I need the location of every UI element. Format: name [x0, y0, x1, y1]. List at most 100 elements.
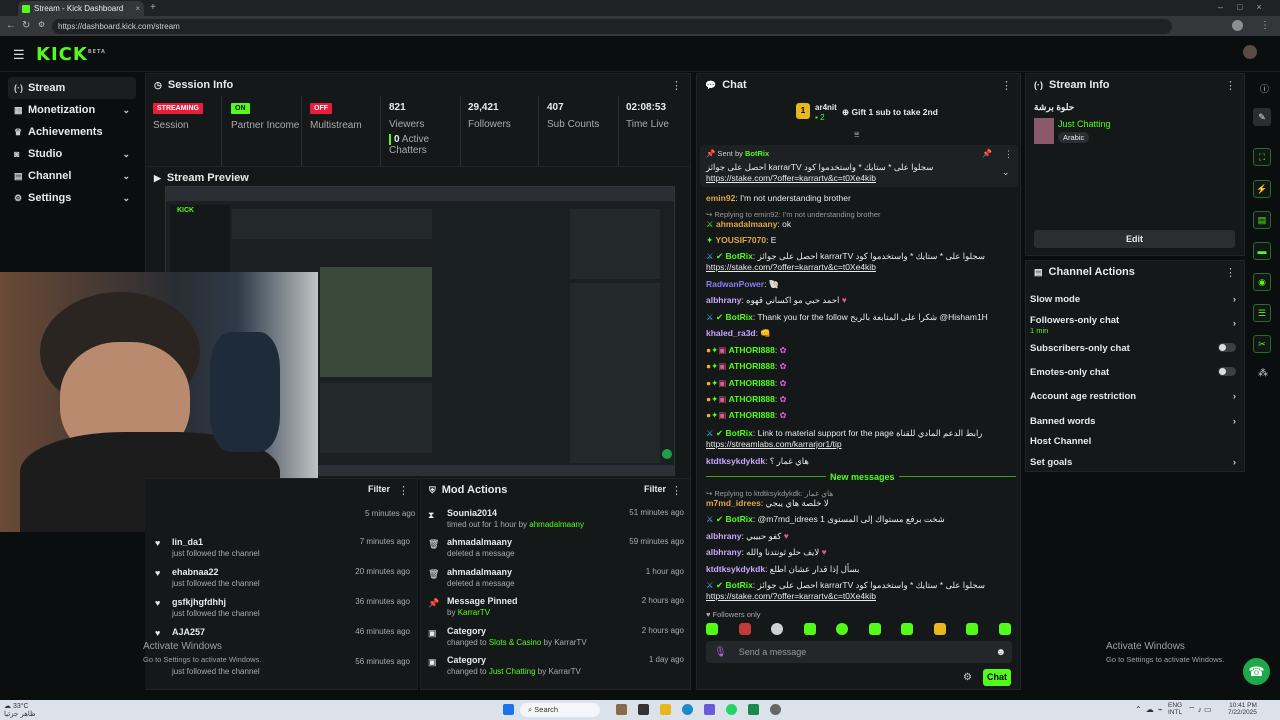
chat-link[interactable]: https://streamlabs.com/karrarjor1/tip	[706, 439, 842, 449]
chat-username[interactable]: ATHORI888	[729, 361, 775, 371]
quick-action-lightning-icon[interactable]: ⚡	[1253, 180, 1271, 198]
menu-hamburger-icon[interactable]: ☰	[13, 47, 25, 63]
info-icon[interactable]: ⓘ	[1260, 82, 1269, 95]
quick-action-mod-icon[interactable]: ⛶	[1253, 148, 1271, 166]
collapse-icon[interactable]: ⩸	[854, 129, 859, 140]
unpin-icon[interactable]: 📌	[982, 149, 992, 158]
network-volume-icon[interactable]: ⌔ ♪ ▭	[1188, 705, 1212, 715]
mod-category[interactable]: Just Chatting	[489, 667, 536, 676]
send-chat-button[interactable]: Chat	[983, 669, 1011, 686]
chat-username[interactable]: ktdtksykdykdk	[706, 456, 765, 466]
reload-icon[interactable]: ↻	[22, 20, 30, 31]
emote-icon[interactable]	[966, 623, 979, 635]
more-options-icon[interactable]: ⋮	[398, 484, 409, 497]
emote-icon[interactable]	[706, 623, 718, 635]
chat-username[interactable]: khaled_ra3d	[706, 328, 756, 338]
emote-icon[interactable]	[901, 623, 914, 635]
help-chat-icon[interactable]: ☎	[1243, 658, 1270, 685]
chat-link[interactable]: https://stake.com/?offer=karrartv&c=t0Xe…	[706, 262, 876, 272]
edit-pencil-icon[interactable]: ✎	[1253, 108, 1271, 126]
browser-menu-icon[interactable]: ⋮	[1260, 20, 1270, 31]
weather-widget[interactable]: ☁ 33°C ظاهر جزئيا	[4, 702, 36, 718]
quick-action-list-icon[interactable]: ☰	[1253, 304, 1271, 322]
mod-filter-button[interactable]: Filter	[644, 484, 666, 494]
whatsapp-icon[interactable]	[726, 704, 737, 715]
close-tab-icon[interactable]: ×	[135, 4, 140, 13]
sidebar-item-achievements[interactable]: ♛ Achievements	[8, 121, 136, 143]
channel-action-followers-only[interactable]: Followers-only chat 1 min ›	[1030, 315, 1240, 335]
taskbar-search[interactable]: ⌕ Search	[520, 703, 600, 717]
profile-avatar[interactable]	[1232, 20, 1243, 31]
pinned-link[interactable]: https://stake.com/?offer=karrartv&c=t0Xe…	[706, 173, 876, 183]
chat-username[interactable]: ahmadalmaany	[716, 219, 777, 229]
chat-username[interactable]: YOUSIF7070	[716, 235, 767, 245]
chat-username[interactable]: emin92	[706, 193, 735, 203]
channel-action-banned-words[interactable]: Banned words ›	[1030, 416, 1240, 427]
back-icon[interactable]: ←	[6, 20, 16, 31]
chevron-down-icon[interactable]: ⌄	[1002, 167, 1010, 178]
channel-action-emotes-only[interactable]: Emotes-only chat	[1030, 367, 1240, 378]
channel-action-host-channel[interactable]: Host Channel	[1030, 436, 1240, 447]
chat-username[interactable]: BotRix	[726, 580, 753, 590]
pinned-user[interactable]: BotRix	[745, 149, 769, 158]
sidebar-item-stream[interactable]: (·) Stream	[8, 77, 136, 99]
user-avatar[interactable]	[1243, 45, 1257, 59]
sidebar-item-monetization[interactable]: ▦ Monetization ⌄	[8, 99, 136, 121]
tray-icons[interactable]: ⌃☁⌁	[1135, 705, 1167, 714]
chat-username[interactable]: m7md_idrees	[706, 498, 761, 508]
site-info-icon[interactable]: ⚙	[38, 20, 45, 29]
new-messages-label[interactable]: New messages	[826, 472, 899, 482]
sidebar-item-studio[interactable]: ◙ Studio ⌄	[8, 143, 136, 165]
chat-link[interactable]: https://stake.com/?offer=karrartv&c=t0Xe…	[706, 591, 876, 601]
emote-icon[interactable]	[771, 623, 784, 635]
activity-filter-button[interactable]: Filter	[368, 484, 390, 494]
url-field[interactable]: https://dashboard.kick.com/stream	[52, 19, 1172, 34]
more-options-icon[interactable]: ⋮	[1225, 79, 1236, 92]
chat-username[interactable]: RadwanPower	[706, 279, 764, 289]
file-explorer-icon[interactable]	[660, 704, 671, 715]
settings-app-icon[interactable]	[770, 704, 781, 715]
more-options-icon[interactable]: ⋮	[1001, 79, 1012, 92]
chat-username[interactable]: albhrany	[706, 531, 741, 541]
new-tab-icon[interactable]: +	[150, 2, 156, 13]
mod-category[interactable]: Slots & Casino	[489, 638, 541, 647]
window-controls[interactable]: –□×	[1218, 2, 1276, 12]
quick-action-tool-icon[interactable]: ✂	[1253, 335, 1271, 353]
kick-app-icon[interactable]	[748, 704, 759, 715]
chat-username[interactable]: ktdtksykdykdk	[706, 564, 765, 574]
sidebar-item-settings[interactable]: ⚙ Settings ⌄	[8, 187, 136, 209]
taskbar-clock[interactable]: 10:41 PM 7/22/2025	[1228, 702, 1257, 716]
subscribers-only-toggle[interactable]	[1218, 343, 1236, 352]
chat-username[interactable]: BotRix	[726, 514, 753, 524]
mod-actor[interactable]: ahmadalmaany	[529, 520, 584, 529]
emote-icon[interactable]	[836, 623, 849, 635]
microphone-icon[interactable]: 🎙	[714, 647, 727, 658]
chat-username[interactable]: albhrany	[706, 295, 741, 305]
more-options-icon[interactable]: ⋮	[671, 484, 682, 497]
widgets-icon[interactable]: ⁂	[1258, 368, 1268, 379]
chat-username[interactable]: BotRix	[726, 428, 753, 438]
emotes-only-toggle[interactable]	[1218, 367, 1236, 376]
emote-icon[interactable]	[803, 623, 816, 635]
channel-action-account-age[interactable]: Account age restriction ›	[1030, 391, 1240, 402]
channel-action-set-goals[interactable]: Set goals ›	[1030, 457, 1240, 468]
gift-prompt[interactable]: ⊕ Gift 1 sub to take 2nd	[842, 107, 938, 118]
chat-settings-gear-icon[interactable]: ⚙	[963, 672, 972, 683]
quick-action-broadcast-icon[interactable]: ◉	[1253, 273, 1271, 291]
chat-username[interactable]: ATHORI888	[729, 345, 775, 355]
chat-username[interactable]: ATHORI888	[729, 378, 775, 388]
more-options-icon[interactable]: ⋮	[671, 79, 682, 92]
quick-action-chat-icon[interactable]: ▬	[1253, 242, 1271, 260]
emote-icon[interactable]	[868, 623, 881, 635]
stream-category[interactable]: Just Chatting	[1058, 119, 1111, 129]
task-view-icon[interactable]	[638, 704, 649, 715]
start-icon[interactable]	[503, 704, 514, 715]
taskbar-app-icon[interactable]	[616, 704, 627, 715]
chat-username[interactable]: ATHORI888	[729, 394, 775, 404]
more-options-icon[interactable]: ⋮	[1225, 266, 1236, 279]
language-indicator[interactable]: ENG INTL	[1168, 702, 1182, 716]
kick-logo[interactable]: KICKBETA	[36, 44, 106, 65]
emoji-picker-icon[interactable]: ☻	[995, 647, 1006, 658]
pinned-more-icon[interactable]: ⋮	[1004, 149, 1013, 160]
sidebar-item-channel[interactable]: ▤ Channel ⌄	[8, 165, 136, 187]
